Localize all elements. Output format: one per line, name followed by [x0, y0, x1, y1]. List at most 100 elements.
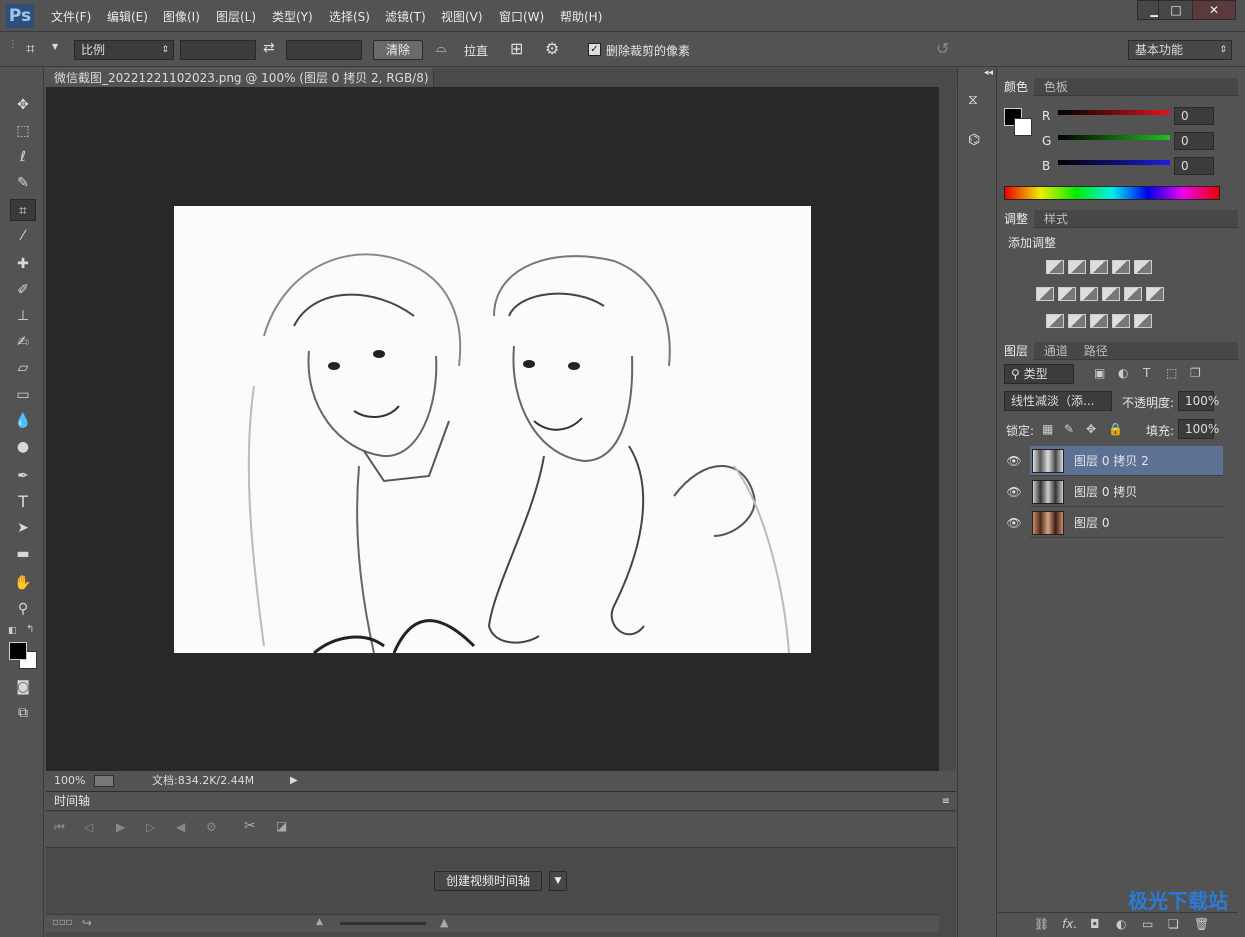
status-icon[interactable]	[94, 775, 114, 787]
menu-file[interactable]: 文件(F)	[51, 8, 91, 25]
quick-select-tool-icon[interactable]: ✎	[10, 172, 36, 194]
menu-edit[interactable]: 编辑(E)	[107, 8, 148, 25]
tab-color[interactable]: 颜色	[998, 78, 1035, 96]
workspace-select[interactable]: 基本功能 ⇕	[1128, 40, 1232, 60]
default-colors-icon[interactable]: ◧	[8, 626, 17, 636]
settings-icon[interactable]: ⚙	[206, 820, 217, 834]
rectangle-tool-icon[interactable]: ▬	[10, 543, 36, 565]
layer-row[interactable]: 图层 0 拷贝	[1030, 477, 1223, 507]
lock-all-icon[interactable]: 🔒	[1108, 422, 1123, 436]
layer-row[interactable]: 图层 0	[1030, 508, 1223, 538]
move-tool-icon[interactable]: ✥	[10, 94, 36, 116]
threshold-icon[interactable]	[1090, 314, 1108, 328]
crop-tool-icon[interactable]: ⌗	[10, 199, 36, 221]
group-icon[interactable]: ▭	[1142, 917, 1153, 931]
scissors-icon[interactable]: ✂	[244, 818, 256, 834]
zoom-level[interactable]: 100%	[54, 772, 85, 790]
channel-r-slider[interactable]	[1058, 110, 1170, 115]
lock-brush-icon[interactable]: ✎	[1064, 422, 1074, 436]
link-icon[interactable]: ⛓	[1034, 917, 1049, 931]
document-image[interactable]	[174, 206, 811, 653]
lock-move-icon[interactable]: ✥	[1086, 422, 1096, 436]
healing-brush-tool-icon[interactable]: ✚	[10, 253, 36, 275]
maximize-button[interactable]: □	[1158, 0, 1194, 20]
menu-window[interactable]: 窗口(W)	[499, 8, 544, 25]
first-frame-icon[interactable]: ⏮	[54, 820, 65, 835]
filter-pixel-icon[interactable]: ▣	[1094, 366, 1105, 380]
tab-swatches[interactable]: 色板	[1038, 78, 1074, 96]
menu-type[interactable]: 类型(Y)	[272, 8, 313, 25]
invert-icon[interactable]	[1046, 314, 1064, 328]
screen-mode-icon[interactable]: ⧉	[10, 702, 36, 724]
menu-image[interactable]: 图像(I)	[163, 8, 200, 25]
frames-icon[interactable]: ▫▫▫	[52, 917, 72, 928]
reset-icon[interactable]: ↺	[936, 39, 949, 58]
ratio-select[interactable]: 比例 ⇕	[74, 40, 174, 60]
pen-tool-icon[interactable]: ✒	[10, 465, 36, 487]
new-layer-icon[interactable]: ❏	[1168, 917, 1179, 931]
fill-input[interactable]: 100%	[1178, 419, 1219, 439]
lasso-tool-icon[interactable]: ℓ	[10, 146, 36, 168]
opacity-input[interactable]: 100%	[1178, 391, 1219, 411]
filter-smart-icon[interactable]: ❐	[1190, 366, 1201, 380]
close-button[interactable]: ✕	[1192, 0, 1236, 20]
swap-colors-icon[interactable]: ↰	[26, 624, 34, 635]
tab-styles[interactable]: 样式	[1038, 210, 1074, 228]
channel-g-input[interactable]: 0	[1174, 132, 1214, 150]
filter-adjust-icon[interactable]: ◐	[1118, 366, 1128, 380]
type-tool-icon[interactable]: T	[10, 491, 36, 513]
eyedropper-tool-icon[interactable]: ⁄	[10, 225, 36, 247]
gradient-map-icon[interactable]	[1134, 314, 1152, 328]
hue-saturation-icon[interactable]	[1036, 287, 1054, 301]
zoom-tool-icon[interactable]: ⚲	[10, 598, 36, 620]
timeline-dropdown-icon[interactable]: ▼	[549, 871, 567, 891]
background-swatch[interactable]	[1014, 118, 1032, 136]
transition-icon[interactable]: ◪	[276, 819, 287, 833]
crop-tool-icon[interactable]: ⌗	[26, 39, 35, 59]
vibrance-icon[interactable]	[1134, 260, 1152, 274]
height-input[interactable]	[286, 40, 362, 60]
visibility-eye-icon[interactable]: 👁	[1004, 446, 1024, 476]
color-spectrum[interactable]	[1004, 186, 1220, 200]
filter-type-icon[interactable]: T	[1143, 366, 1150, 380]
vertical-scrollbar[interactable]	[939, 87, 956, 771]
next-frame-icon[interactable]: ▷	[146, 820, 155, 834]
photo-filter-icon[interactable]	[1102, 287, 1120, 301]
history-panel-icon[interactable]: ⧖	[968, 92, 978, 108]
hand-tool-icon[interactable]: ✋	[10, 572, 36, 594]
quick-mask-icon[interactable]: ◙	[10, 676, 36, 698]
zoom-out-icon[interactable]: ▲	[316, 917, 323, 927]
grid-overlay-icon[interactable]: ⊞	[510, 39, 523, 58]
channel-mixer-icon[interactable]	[1124, 287, 1142, 301]
channel-r-input[interactable]: 0	[1174, 107, 1214, 125]
channel-b-slider[interactable]	[1058, 160, 1170, 165]
curves-icon[interactable]	[1090, 260, 1108, 274]
tab-paths[interactable]: 路径	[1078, 342, 1114, 360]
play-icon[interactable]: ▶	[116, 820, 125, 834]
status-menu-arrow-icon[interactable]: ▶	[290, 772, 298, 790]
color-balance-icon[interactable]	[1058, 287, 1076, 301]
foreground-color-swatch[interactable]	[9, 642, 27, 660]
tab-layers[interactable]: 图层	[998, 342, 1035, 360]
clear-button[interactable]: 清除	[373, 40, 423, 60]
exposure-icon[interactable]	[1112, 260, 1130, 274]
levels-icon[interactable]	[1068, 260, 1086, 274]
straighten-label[interactable]: 拉直	[464, 42, 488, 59]
document-tab[interactable]: 微信截图_20221221102023.png @ 100% (图层 0 拷贝 …	[46, 68, 434, 104]
menu-view[interactable]: 视图(V)	[441, 8, 483, 25]
channel-b-input[interactable]: 0	[1174, 157, 1214, 175]
tab-adjustments[interactable]: 调整	[998, 210, 1035, 228]
layer-row[interactable]: 图层 0 拷贝 2	[1030, 446, 1223, 476]
black-white-icon[interactable]	[1080, 287, 1098, 301]
path-select-tool-icon[interactable]: ➤	[10, 517, 36, 539]
convert-icon[interactable]: ↪	[82, 916, 92, 930]
menu-select[interactable]: 选择(S)	[329, 8, 370, 25]
dodge-tool-icon[interactable]: ●	[10, 436, 36, 458]
adjustment-layer-icon[interactable]: ◐	[1116, 917, 1126, 931]
gradient-tool-icon[interactable]: ▭	[10, 384, 36, 406]
lock-transparency-icon[interactable]: ▦	[1042, 422, 1053, 436]
timeline-zoom-slider[interactable]	[340, 922, 426, 925]
marquee-tool-icon[interactable]: ⬚	[10, 120, 36, 142]
blend-mode-select[interactable]: 线性减淡（添...	[1004, 391, 1112, 411]
delete-cropped-checkbox[interactable]: ✓	[588, 43, 601, 56]
